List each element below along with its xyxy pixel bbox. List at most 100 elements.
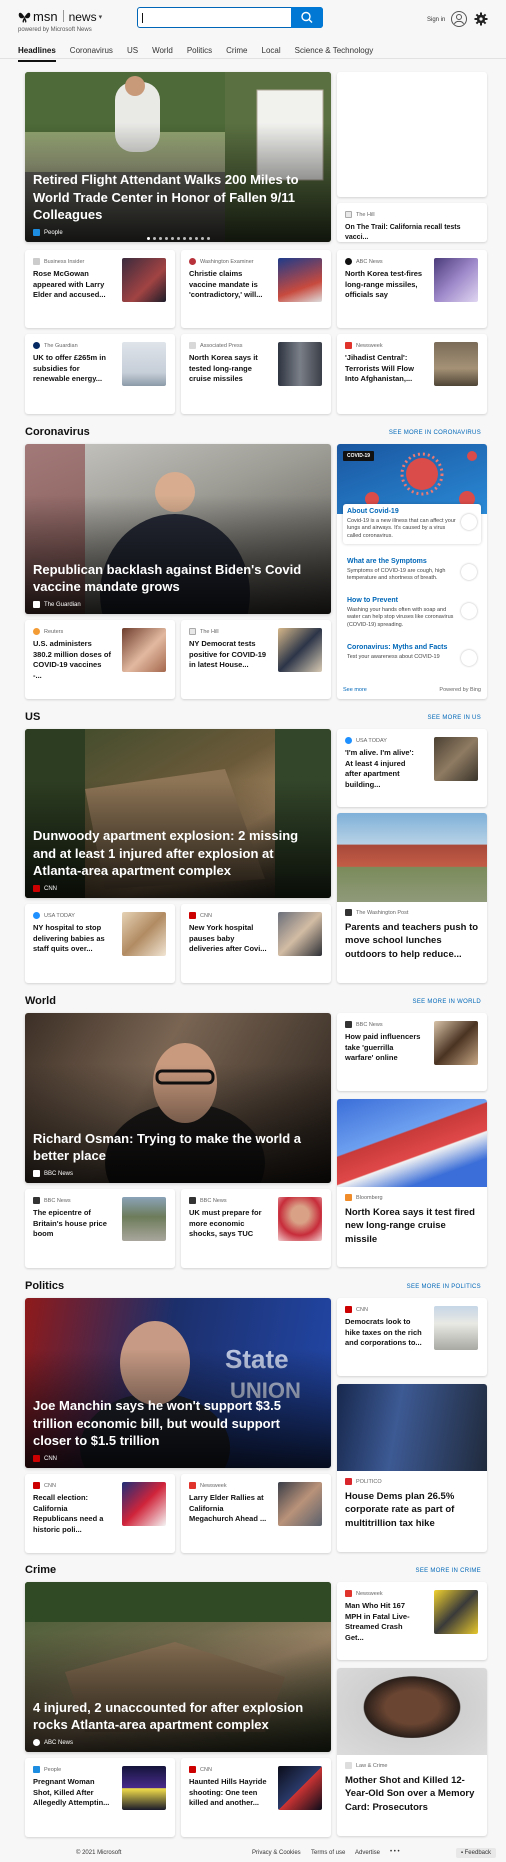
hero-title[interactable]: Republican backlash against Biden's Covi… [33,561,313,596]
carousel-dot[interactable] [200,237,204,240]
see-more-coronavirus[interactable]: SEE MORE IN CORONAVIRUS [389,430,481,436]
hero-title[interactable]: Richard Osman: Trying to make the world … [33,1130,313,1165]
hero-story[interactable]: Richard Osman: Trying to make the world … [25,1013,331,1183]
hero-title[interactable]: Joe Manchin says he won't support $3.5 t… [33,1397,313,1450]
search-button[interactable] [291,7,323,28]
sign-in-link[interactable]: Sign in [427,17,445,23]
story-card[interactable]: Newsweek Larry Elder Rallies at Californ… [181,1474,331,1553]
story-card[interactable]: People Pregnant Woman Shot, Killed After… [25,1758,175,1837]
carousel-dot[interactable] [170,237,174,240]
nav-crime[interactable]: Crime [226,46,247,62]
covid-about-item[interactable]: About Covid-19 Covid-19 is a new illness… [343,504,481,545]
hero-title[interactable]: 4 injured, 2 unaccounted for after explo… [33,1699,313,1734]
story-card[interactable]: USA TODAY NY hospital to stop delivering… [25,904,175,983]
covid-myths-item[interactable]: Coronavirus: Myths and Facts Test your a… [343,640,481,666]
covid-prevent-item[interactable]: How to Prevent Washing your hands often … [343,593,481,633]
msn-logo[interactable]: msn news ▾ [18,9,102,24]
nav-coronavirus[interactable]: Coronavirus [70,46,113,62]
tall-story-card[interactable]: POLITICO House Dems plan 26.5% corporate… [337,1384,487,1552]
carousel-dots[interactable] [25,237,331,240]
story-card[interactable]: Associated Press North Korea says it tes… [181,334,331,414]
story-card[interactable]: USA TODAY 'I'm alive. I'm alive': At lea… [337,729,487,807]
story-card[interactable]: CNN Recall election: California Republic… [25,1474,175,1553]
side-story[interactable]: The Hill On The Trail: California recall… [337,203,487,242]
covid-item-desc: Washing your hands often with soap and w… [347,607,454,628]
tall-story-card[interactable]: Bloomberg North Korea says it test fired… [337,1099,487,1267]
nav-science-technology[interactable]: Science & Technology [295,46,374,62]
story-source: The Hill [345,211,375,218]
section-title-coronavirus: Coronavirus [25,426,90,438]
nav-politics[interactable]: Politics [187,46,212,62]
privacy-link[interactable]: Privacy & Cookies [252,1850,301,1856]
bbc-news-logo-icon [33,1197,40,1204]
chevron-down-icon[interactable]: ▾ [99,13,103,21]
story-card[interactable]: ABC News North Korea test-fires long-ran… [337,250,487,328]
bloomberg-logo-icon [345,1194,352,1201]
story-card[interactable]: CNN Democrats look to hike taxes on the … [337,1298,487,1376]
search-icon [301,11,313,23]
story-title: NY hospital to stop delivering babies as… [33,923,105,953]
story-card[interactable]: BBC News UK must prepare for more econom… [181,1189,331,1268]
see-more-crime[interactable]: SEE MORE IN CRIME [416,1568,481,1574]
header: msn news ▾ powered by Microsoft News Sig… [0,0,506,40]
feedback-button[interactable]: ▪ Feedback [455,1848,496,1858]
see-more-us[interactable]: SEE MORE IN US [427,715,481,721]
story-card[interactable]: BBC News How paid influencers take 'guer… [337,1013,487,1091]
story-source-label: Bloomberg [356,1194,383,1201]
nav-us[interactable]: US [127,46,138,62]
section-label[interactable]: news [69,10,97,24]
tall-story-card[interactable]: The Washington Post Parents and teachers… [337,813,487,983]
bbc-news-logo-icon [189,1197,196,1204]
nav-world[interactable]: World [152,46,173,62]
tall-story-card[interactable]: Law & Crime Mother Shot and Killed 12-Ye… [337,1668,487,1836]
story-source-label: CNN [200,1766,212,1773]
nav-headlines[interactable]: Headlines [18,46,56,62]
story-source: The Hill [189,628,219,635]
covid-symptoms-item[interactable]: What are the Symptoms Symptoms of COVID-… [343,554,481,587]
hero-title[interactable]: Retired Flight Attendant Walks 200 Miles… [33,171,313,224]
gear-icon[interactable] [474,12,488,26]
carousel-dot[interactable] [188,237,192,240]
terms-link[interactable]: Terms of use [311,1850,345,1856]
advertise-link[interactable]: Advertise [355,1850,380,1856]
story-card[interactable]: CNN New York hospital pauses baby delive… [181,904,331,983]
carousel-dot[interactable] [158,237,162,240]
story-card[interactable]: Newsweek Man Who Hit 167 MPH in Fatal Li… [337,1582,487,1660]
hero-story[interactable]: State UNION Joe Manchin says he won't su… [25,1298,331,1468]
carousel-dot[interactable] [176,237,180,240]
story-card[interactable]: CNN Haunted Hills Hayride shooting: One … [181,1758,331,1837]
hero-source: BBC News [33,1170,73,1177]
newsweek-logo-icon [345,1590,352,1597]
carousel-dot[interactable] [146,237,150,240]
hero-story[interactable]: Retired Flight Attendant Walks 200 Miles… [25,72,331,242]
more-options-icon[interactable]: • • • [390,1849,400,1855]
the-guardian-logo-icon [33,601,40,608]
story-card[interactable]: Washington Examiner Christie claims vacc… [181,250,331,328]
hero-story[interactable]: Dunwoody apartment explosion: 2 missing … [25,729,331,898]
story-card[interactable]: The Guardian UK to offer £265m in subsid… [25,334,175,414]
hero-story[interactable]: Republican backlash against Biden's Covi… [25,444,331,614]
story-card[interactable]: The Hill NY Democrat tests positive for … [181,620,331,699]
the-hill-logo-icon [189,628,196,635]
hero-title[interactable]: Dunwoody apartment explosion: 2 missing … [33,827,313,880]
story-card[interactable]: Reuters U.S. administers 380.2 million d… [25,620,175,699]
story-title: 'I'm alive. I'm alive': At least 4 injur… [345,748,414,789]
carousel-dot[interactable] [206,237,210,240]
hero-source-label: The Guardian [44,601,81,608]
avatar[interactable] [451,11,467,27]
carousel-dot[interactable] [152,237,156,240]
story-source: CNN [345,1306,368,1313]
carousel-dot[interactable] [182,237,186,240]
carousel-dot[interactable] [194,237,198,240]
covid-see-more-link[interactable]: See more [343,687,367,693]
story-card[interactable]: Newsweek 'Jihadist Central': Terrorists … [337,334,487,414]
carousel-dot[interactable] [164,237,168,240]
covid-item-desc: Symptoms of COVID-19 are cough, high tem… [347,568,446,582]
hero-story[interactable]: 4 injured, 2 unaccounted for after explo… [25,1582,331,1752]
story-card[interactable]: Business Insider Rose McGowan appeared w… [25,250,175,328]
usa-today-logo-icon [33,912,40,919]
see-more-world[interactable]: SEE MORE IN WORLD [413,999,481,1005]
nav-local[interactable]: Local [262,46,281,62]
see-more-politics[interactable]: SEE MORE IN POLITICS [407,1284,481,1290]
story-card[interactable]: BBC News The epicentre of Britain's hous… [25,1189,175,1268]
